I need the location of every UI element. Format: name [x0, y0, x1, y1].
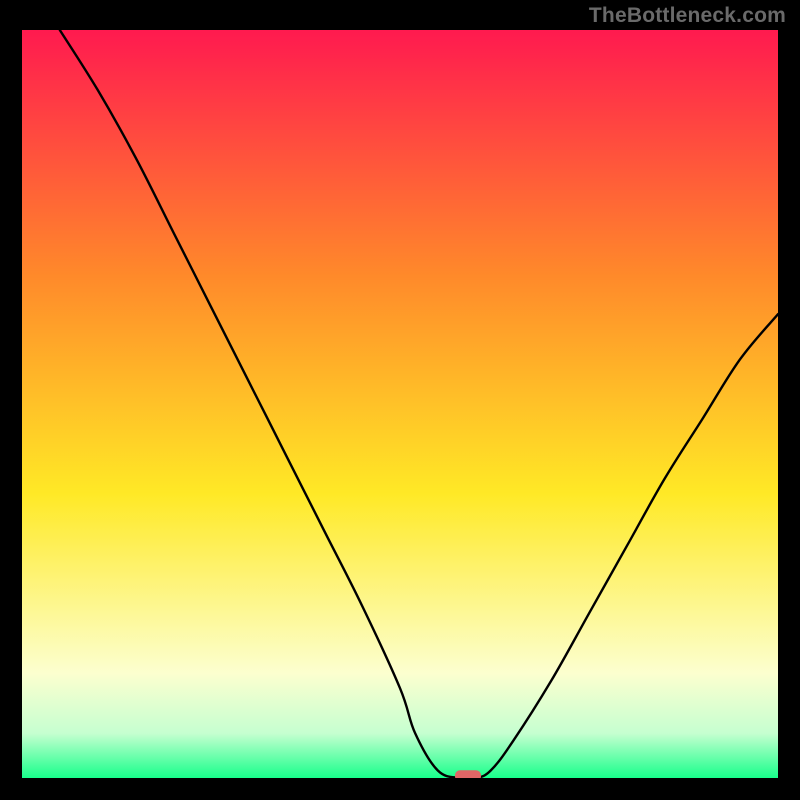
bottleneck-chart	[22, 30, 778, 778]
plot-area	[22, 30, 778, 778]
gradient-background	[22, 30, 778, 778]
chart-frame: TheBottleneck.com	[0, 0, 800, 800]
watermark-text: TheBottleneck.com	[589, 4, 786, 28]
optimal-point-marker	[455, 770, 481, 778]
